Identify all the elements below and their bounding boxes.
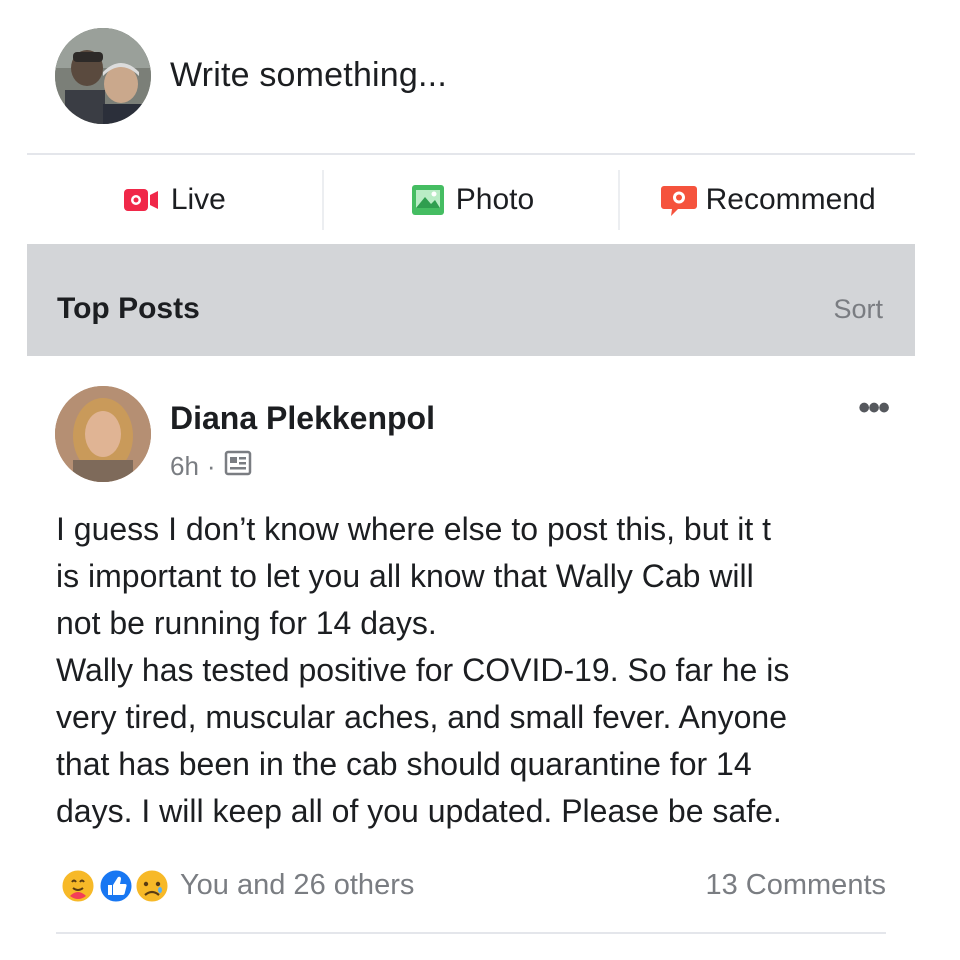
post-text-line: very tired, muscular aches, and small fe… [56, 699, 788, 735]
photo-icon [408, 184, 448, 216]
user-avatar[interactable] [55, 28, 151, 124]
meta-separator: · [206, 451, 216, 481]
live-button[interactable]: Live [27, 156, 322, 244]
post-composer: Write something... [0, 0, 960, 155]
post-meta: 6h · [170, 450, 252, 483]
composer-actions: Live Photo Recommend [27, 156, 915, 244]
section-title: Top Posts [57, 292, 200, 325]
author-name[interactable]: Diana Plekkenpol [170, 400, 435, 437]
sad-reaction-icon [133, 867, 171, 905]
care-reaction-icon [59, 867, 97, 905]
top-posts-header: Top Posts Sort [27, 244, 915, 356]
recommend-icon [660, 182, 698, 218]
live-video-icon [123, 185, 163, 215]
sort-button[interactable]: Sort [833, 294, 883, 325]
post-text-line: is important to let you all know that Wa… [56, 558, 754, 594]
comment-count[interactable]: 13 Comments [705, 869, 886, 902]
recommend-button[interactable]: Recommend [620, 156, 915, 244]
user-avatar-image [55, 28, 151, 124]
photo-label: Photo [455, 183, 535, 216]
author-avatar[interactable] [55, 386, 151, 482]
live-label: Live [170, 183, 226, 216]
divider [27, 153, 915, 155]
author-avatar-image [55, 386, 151, 482]
more-options-icon[interactable]: ••• [858, 391, 890, 425]
post-text-line: I guess I don’t know where else to post … [56, 511, 772, 547]
photo-button[interactable]: Photo [324, 156, 619, 244]
post-time[interactable]: 6h [170, 451, 199, 482]
post-text-line: days. I will keep all of you updated. Pl… [56, 793, 782, 829]
reactions-bar: You and 26 others 13 Comments [56, 864, 886, 908]
post-text-line: Wally has tested positive for COVID-19. … [56, 652, 790, 688]
like-reaction-icon [97, 867, 135, 905]
reaction-icons[interactable] [56, 866, 176, 906]
group-icon [224, 450, 252, 483]
post-text-line: that has been in the cab should quaranti… [56, 746, 752, 782]
post-text: I guess I don’t know where else to post … [56, 506, 916, 835]
post-text-line: not be running for 14 days. [56, 605, 437, 641]
reaction-summary[interactable]: You and 26 others [180, 869, 414, 902]
composer-input[interactable]: Write something... [170, 56, 447, 95]
recommend-label: Recommend [705, 183, 876, 216]
divider [56, 932, 886, 934]
